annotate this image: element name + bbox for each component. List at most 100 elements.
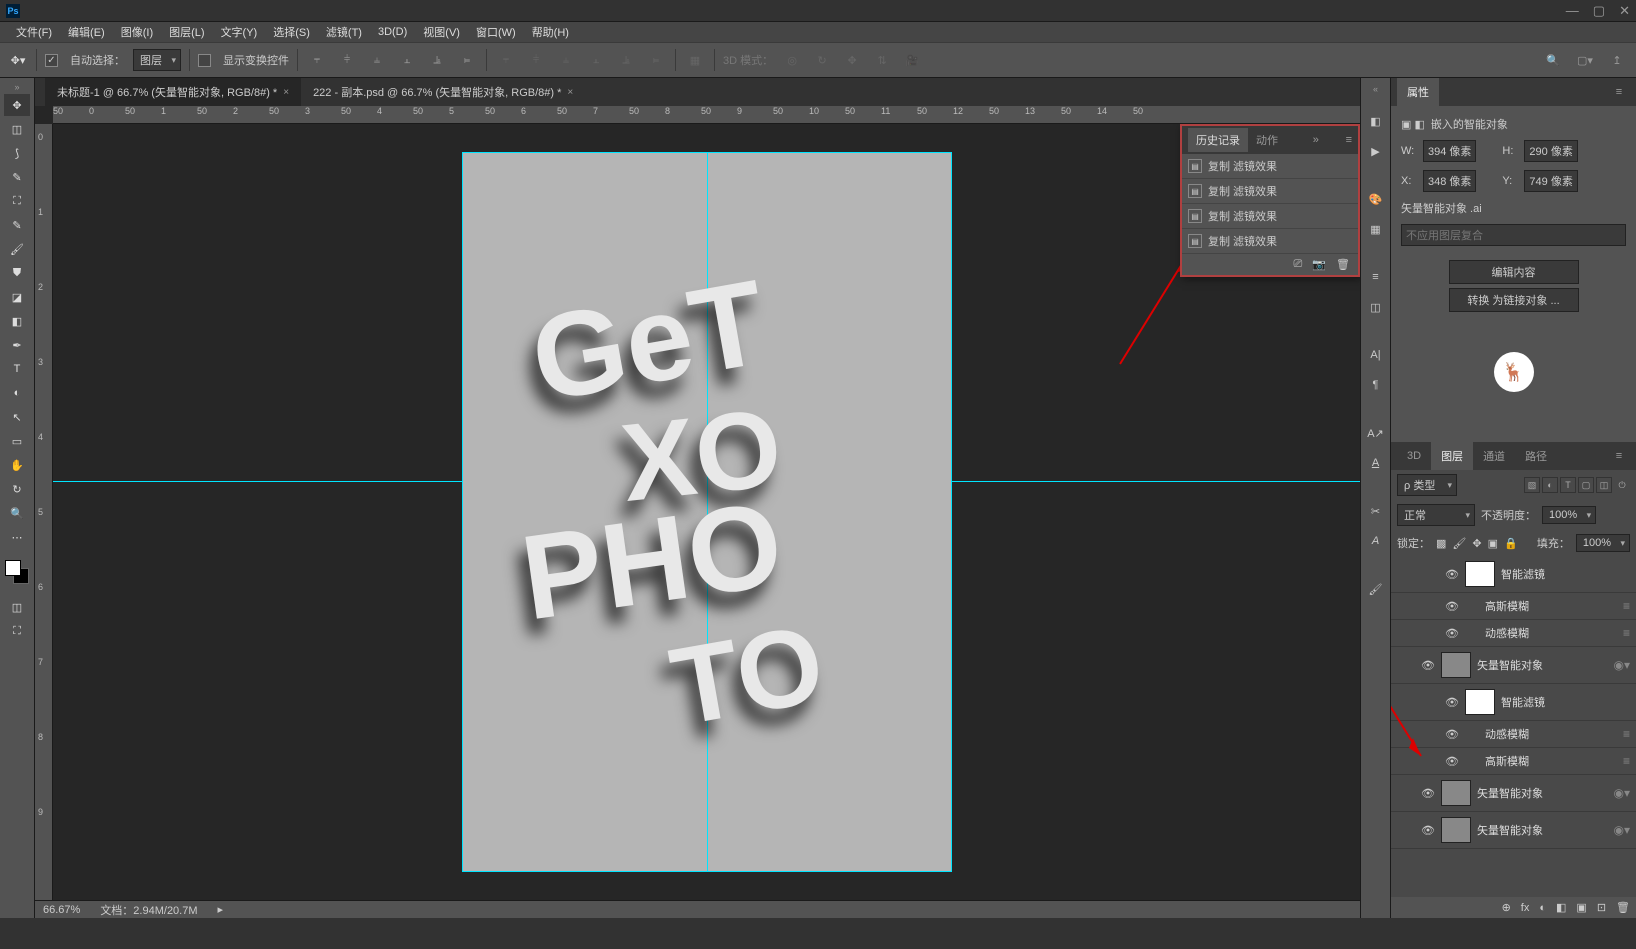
layer-fx-icon[interactable]: fx [1521, 902, 1530, 914]
group-icon[interactable]: ▣ [1576, 901, 1586, 914]
edit-contents-button[interactable]: 编辑内容 [1449, 260, 1579, 284]
guide-vertical[interactable] [462, 152, 463, 872]
menu-item[interactable]: 文件(F) [10, 22, 58, 42]
y-field[interactable]: 749 像素 [1524, 170, 1577, 192]
layer-thumbnail[interactable] [1465, 689, 1495, 715]
eyedropper-tool[interactable]: ✎ [4, 214, 30, 236]
layer-thumbnail[interactable] [1441, 817, 1471, 843]
layer-name-label[interactable]: 动感模糊 [1485, 625, 1617, 641]
document-tab[interactable]: 222 - 副本.psd @ 66.7% (矢量智能对象, RGB/8#) *× [301, 78, 585, 106]
styles-icon[interactable]: ◫ [1365, 296, 1387, 318]
distribute-top-icon[interactable]: ⫧ [495, 49, 517, 71]
3d-orbit-icon[interactable]: ◎ [781, 49, 803, 71]
screenmode-icon[interactable]: ⛶ [4, 620, 30, 642]
layer-list[interactable]: 👁智能滤镜👁高斯模糊≡👁动感模糊≡👁矢量智能对象◉▾👁智能滤镜👁动感模糊≡👁高斯… [1391, 556, 1636, 897]
menu-item[interactable]: 窗口(W) [470, 22, 522, 42]
status-menu-icon[interactable]: ▸ [218, 903, 224, 916]
close-icon[interactable]: ✕ [1619, 3, 1630, 19]
ruler-horizontal[interactable]: 5005015025035045055065075085095010501150… [53, 106, 1360, 124]
auto-select-target[interactable]: 图层 [133, 49, 181, 71]
layer-row[interactable]: 👁高斯模糊≡ [1391, 593, 1636, 620]
filter-adjust-icon[interactable]: ◐ [1542, 477, 1558, 493]
layer-badge-icon[interactable]: ◉▾ [1614, 658, 1631, 672]
align-top-icon[interactable]: ⫧ [306, 49, 328, 71]
rotate-view-tool[interactable]: ↻ [4, 478, 30, 500]
expand-toolbar-icon[interactable]: » [14, 82, 19, 92]
visibility-icon[interactable]: 👁 [1421, 786, 1435, 800]
x-field[interactable]: 348 像素 [1423, 170, 1476, 192]
visibility-icon[interactable]: 👁 [1445, 567, 1459, 581]
menu-item[interactable]: 视图(V) [417, 22, 466, 42]
ruler-vertical[interactable]: 0123456789 [35, 124, 53, 900]
lock-all-icon[interactable]: 🔒 [1504, 537, 1518, 550]
character-icon[interactable]: A| [1365, 344, 1387, 366]
tab-通道[interactable]: 通道 [1473, 442, 1515, 470]
foreground-swatch[interactable] [5, 560, 21, 576]
layer-badge-icon[interactable]: ◉▾ [1614, 786, 1631, 800]
navigator-icon[interactable]: ◧ [1365, 110, 1387, 132]
frame-icon[interactable]: ▢▾ [1574, 49, 1596, 71]
layer-badge-icon[interactable]: ≡ [1623, 626, 1630, 640]
blend-mode-dropdown[interactable]: 正常 [1397, 504, 1475, 526]
tab-close-icon[interactable]: × [283, 87, 289, 98]
opacity-field[interactable]: 100% [1542, 506, 1596, 524]
swatches-icon[interactable]: ▦ [1365, 218, 1387, 240]
quick-select-tool[interactable]: ✎ [4, 166, 30, 188]
panel-menu-icon[interactable]: ≡ [1608, 81, 1630, 103]
search-icon[interactable]: 🔍 [1542, 49, 1564, 71]
tab-路径[interactable]: 路径 [1515, 442, 1557, 470]
layer-name-label[interactable]: 智能滤镜 [1501, 566, 1630, 582]
layer-badge-icon[interactable]: ≡ [1623, 727, 1630, 741]
filter-toggle-icon[interactable]: ⏻ [1614, 477, 1630, 493]
adjustment-layer-icon[interactable]: ◧ [1556, 901, 1566, 914]
minimize-icon[interactable]: — [1566, 3, 1579, 19]
layer-badge-icon[interactable]: ◉▾ [1614, 823, 1631, 837]
align-hcenter-icon[interactable]: ⫡ [426, 49, 448, 71]
layer-row[interactable]: 👁智能滤镜 [1391, 684, 1636, 721]
doc-size-readout[interactable]: 文档：2.94M/20.7M [100, 902, 197, 918]
crop-tool[interactable]: ⛶ [4, 190, 30, 212]
height-field[interactable]: 290 像素 [1524, 140, 1577, 162]
distribute-right-icon[interactable]: ⫢ [645, 49, 667, 71]
color-icon[interactable]: 🎨 [1365, 188, 1387, 210]
auto-select-checkbox[interactable]: ✓ [45, 54, 58, 67]
filter-pixels-icon[interactable]: ▧ [1524, 477, 1540, 493]
glyphs-icon[interactable]: A [1365, 452, 1387, 474]
distribute-left-icon[interactable]: ⫠ [585, 49, 607, 71]
panel-collapse-icon[interactable]: » [1313, 134, 1319, 146]
visibility-icon[interactable]: 👁 [1421, 823, 1435, 837]
marquee-tool[interactable]: ◫ [4, 118, 30, 140]
width-field[interactable]: 394 像素 [1423, 140, 1476, 162]
lasso-tool[interactable]: ⟆ [4, 142, 30, 164]
zoom-readout[interactable]: 66.67% [43, 904, 80, 916]
history-item[interactable]: ▤复制 滤镜效果 [1182, 179, 1358, 204]
brush-settings-icon[interactable]: 🖌 [1365, 578, 1387, 600]
paragraph-icon[interactable]: ¶ [1365, 374, 1387, 396]
lock-pixels-icon[interactable]: 🖌 [1452, 537, 1466, 550]
layer-thumbnail[interactable] [1465, 561, 1495, 587]
layer-name-label[interactable]: 矢量智能对象 [1477, 785, 1608, 801]
tab-actions[interactable]: 动作 [1248, 128, 1286, 152]
tool-presets-icon[interactable]: ✂ [1365, 500, 1387, 522]
layer-name-label[interactable]: 矢量智能对象 [1477, 657, 1608, 673]
menu-item[interactable]: 图像(I) [115, 22, 159, 42]
layer-name-label[interactable]: 高斯模糊 [1485, 753, 1617, 769]
layer-row[interactable]: 👁 智能滤镜 [1391, 556, 1636, 593]
tab-3D[interactable]: 3D [1397, 444, 1431, 468]
shape-tool[interactable]: ◐ [4, 382, 30, 404]
fill-field[interactable]: 100% [1576, 534, 1630, 552]
align-right-icon[interactable]: ⫢ [456, 49, 478, 71]
show-transform-checkbox[interactable] [198, 54, 211, 67]
maximize-icon[interactable]: ▢ [1593, 3, 1605, 19]
layer-comp-dropdown[interactable]: 不应用图层复合 [1401, 224, 1626, 246]
layer-name-label[interactable]: 高斯模糊 [1485, 598, 1617, 614]
filter-smart-icon[interactable]: ◫ [1596, 477, 1612, 493]
play-icon[interactable]: ▶ [1365, 140, 1387, 162]
layer-mask-icon[interactable]: ◐ [1539, 902, 1546, 914]
canvas[interactable]: GeT XO PHO TO [462, 152, 952, 872]
tab-properties[interactable]: 属性 [1397, 78, 1439, 106]
lock-transparency-icon[interactable]: ▩ [1436, 537, 1446, 550]
layer-thumbnail[interactable] [1441, 780, 1471, 806]
canvas-area[interactable]: GeT XO PHO TO 历史记录 动作 » ≡ ▤复制 滤镜效果▤复制 滤镜… [53, 124, 1360, 900]
clone-tool[interactable]: ⛊ [4, 262, 30, 284]
